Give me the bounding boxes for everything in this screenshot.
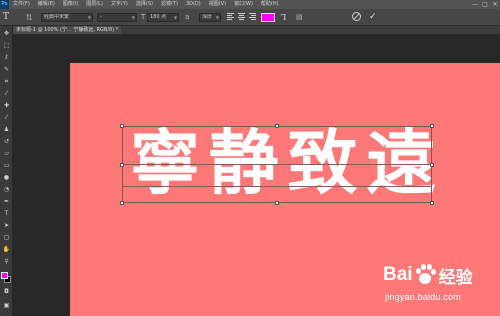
menu-help[interactable]: 帮助(H) bbox=[257, 0, 283, 9]
menu-type[interactable]: 文字(Y) bbox=[107, 0, 132, 9]
warp-text-icon[interactable]: Ꞁ bbox=[281, 12, 286, 23]
brush-tool-icon[interactable]: ⁄ bbox=[2, 114, 11, 121]
transform-handle-top-right[interactable] bbox=[430, 124, 434, 128]
transform-handle-top[interactable] bbox=[275, 124, 279, 128]
photoshop-logo: Ps bbox=[0, 0, 9, 9]
text-midline bbox=[122, 164, 432, 165]
chevron-down-icon: ▼ bbox=[173, 15, 177, 20]
options-bar: T ⇅ 经典中宋繁 ▼ - ▼ T 180 点 ▼ a 浑厚 ▼ Ꞁ ▤ ✓ bbox=[0, 9, 500, 26]
healing-brush-tool-icon[interactable]: ✚ bbox=[2, 102, 11, 109]
menu-3d[interactable]: 3D(D) bbox=[182, 0, 205, 9]
font-size-field[interactable]: 180 点 ▼ bbox=[147, 13, 179, 22]
font-style-value: - bbox=[100, 14, 102, 20]
document-tab-bar: 未标题-1 @ 100% (宁... 宁静致远, RGB/8) * bbox=[13, 26, 500, 34]
align-right-icon[interactable] bbox=[249, 13, 256, 21]
path-select-tool-icon[interactable]: ➤ bbox=[2, 222, 11, 229]
font-size-value: 180 点 bbox=[150, 14, 167, 20]
crop-tool-icon[interactable]: ⌗ bbox=[2, 78, 11, 85]
screen-mode-icon[interactable]: ▣ bbox=[2, 302, 11, 309]
watermark-brand-left: Bai bbox=[383, 264, 413, 285]
window-controls: — □ ✕ bbox=[470, 0, 500, 9]
commit-checkmark-icon[interactable]: ✓ bbox=[369, 11, 377, 23]
photoshop-window: Ps 文件(F) 编辑(E) 图像(I) 图层(L) 文字(Y) 选择(S) 滤… bbox=[0, 0, 500, 316]
quick-select-tool-icon[interactable]: ✎ bbox=[2, 66, 11, 73]
dodge-tool-icon[interactable]: ◔ bbox=[2, 186, 11, 193]
menu-file[interactable]: 文件(F) bbox=[9, 0, 34, 9]
character-panel-icon[interactable]: ▤ bbox=[296, 12, 303, 23]
font-family-value: 经典中宋繁 bbox=[44, 14, 70, 20]
align-left-icon[interactable] bbox=[227, 13, 234, 21]
close-button[interactable]: ✕ bbox=[490, 0, 500, 9]
menu-select[interactable]: 选择(S) bbox=[132, 0, 157, 9]
font-size-icon: T bbox=[141, 13, 146, 21]
chevron-down-icon: ▼ bbox=[215, 15, 219, 20]
gradient-tool-icon[interactable]: ▭ bbox=[2, 162, 11, 169]
antialias-select[interactable]: 浑厚 ▼ bbox=[199, 13, 221, 22]
type-tool-icon[interactable]: T bbox=[2, 210, 11, 217]
zoom-tool-icon[interactable]: ⚲ bbox=[2, 258, 11, 265]
baidu-jingyan-watermark: Bai 经验 jingyan.baidu.com bbox=[383, 262, 498, 312]
align-center-icon[interactable] bbox=[238, 13, 245, 21]
pen-tool-icon[interactable]: ✒ bbox=[2, 198, 11, 205]
history-brush-tool-icon[interactable]: ↺ bbox=[2, 138, 11, 145]
menu-bar: Ps 文件(F) 编辑(E) 图像(I) 图层(L) 文字(Y) 选择(S) 滤… bbox=[0, 0, 500, 9]
text-orientation-icon[interactable]: ⇅ bbox=[26, 12, 33, 23]
menu-view[interactable]: 视图(V) bbox=[205, 0, 230, 9]
transform-handle-bottom[interactable] bbox=[275, 201, 279, 205]
menu-layer[interactable]: 图层(L) bbox=[82, 0, 107, 9]
watermark-brand-right: 经验 bbox=[438, 267, 473, 288]
blur-tool-icon[interactable]: ● bbox=[2, 174, 11, 181]
shape-tool-icon[interactable]: ▢ bbox=[2, 234, 11, 241]
font-family-select[interactable]: 经典中宋繁 ▼ bbox=[41, 13, 93, 22]
move-tool-icon[interactable]: ✥ bbox=[2, 30, 11, 37]
tools-panel: ✥ ⬚ ℓ ✎ ⌗ ⁄ ✚ ⁄ ♟ ↺ ▱ ▭ ● ◔ ✒ T ➤ ▢ ✋ ⚲ … bbox=[0, 26, 13, 316]
antialias-value: 浑厚 bbox=[202, 14, 213, 20]
cancel-icon[interactable] bbox=[352, 12, 361, 21]
font-style-select[interactable]: - ▼ bbox=[97, 13, 137, 22]
type-tool-icon[interactable]: T bbox=[3, 12, 17, 23]
watermark-logo: Bai 经验 bbox=[383, 262, 473, 288]
transform-handle-bottom-right[interactable] bbox=[430, 201, 434, 205]
chevron-down-icon: ▼ bbox=[87, 15, 91, 20]
minimize-button[interactable]: — bbox=[470, 0, 480, 9]
text-color-swatch[interactable] bbox=[261, 13, 275, 22]
menu-image[interactable]: 图像(I) bbox=[59, 0, 82, 9]
document-tab[interactable]: 未标题-1 @ 100% (宁... 宁静致远, RGB/8) * bbox=[13, 26, 122, 34]
transform-handle-right[interactable] bbox=[430, 163, 434, 167]
transform-handle-bottom-left[interactable] bbox=[120, 201, 124, 205]
transform-handle-left[interactable] bbox=[120, 163, 124, 167]
watermark-url: jingyan.baidu.com bbox=[385, 292, 461, 302]
menu-edit[interactable]: 编辑(E) bbox=[34, 0, 59, 9]
quick-mask-icon[interactable]: ◘ bbox=[2, 288, 11, 295]
menu-filter[interactable]: 滤镜(T) bbox=[157, 0, 182, 9]
antialias-icon: a bbox=[185, 13, 190, 21]
marquee-tool-icon[interactable]: ⬚ bbox=[2, 42, 11, 49]
chevron-down-icon: ▼ bbox=[131, 15, 135, 20]
eyedropper-tool-icon[interactable]: ⁄ bbox=[2, 90, 11, 97]
foreground-color-swatch[interactable] bbox=[1, 272, 8, 279]
hand-tool-icon[interactable]: ✋ bbox=[2, 246, 11, 253]
menu-window[interactable]: 窗口(W) bbox=[230, 0, 257, 9]
clone-stamp-tool-icon[interactable]: ♟ bbox=[2, 126, 11, 133]
eraser-tool-icon[interactable]: ▱ bbox=[2, 150, 11, 157]
transform-handle-top-left[interactable] bbox=[120, 124, 124, 128]
paw-icon bbox=[414, 264, 436, 286]
text-baseline bbox=[122, 186, 432, 187]
maximize-button[interactable]: □ bbox=[480, 0, 490, 9]
lasso-tool-icon[interactable]: ℓ bbox=[2, 54, 11, 61]
